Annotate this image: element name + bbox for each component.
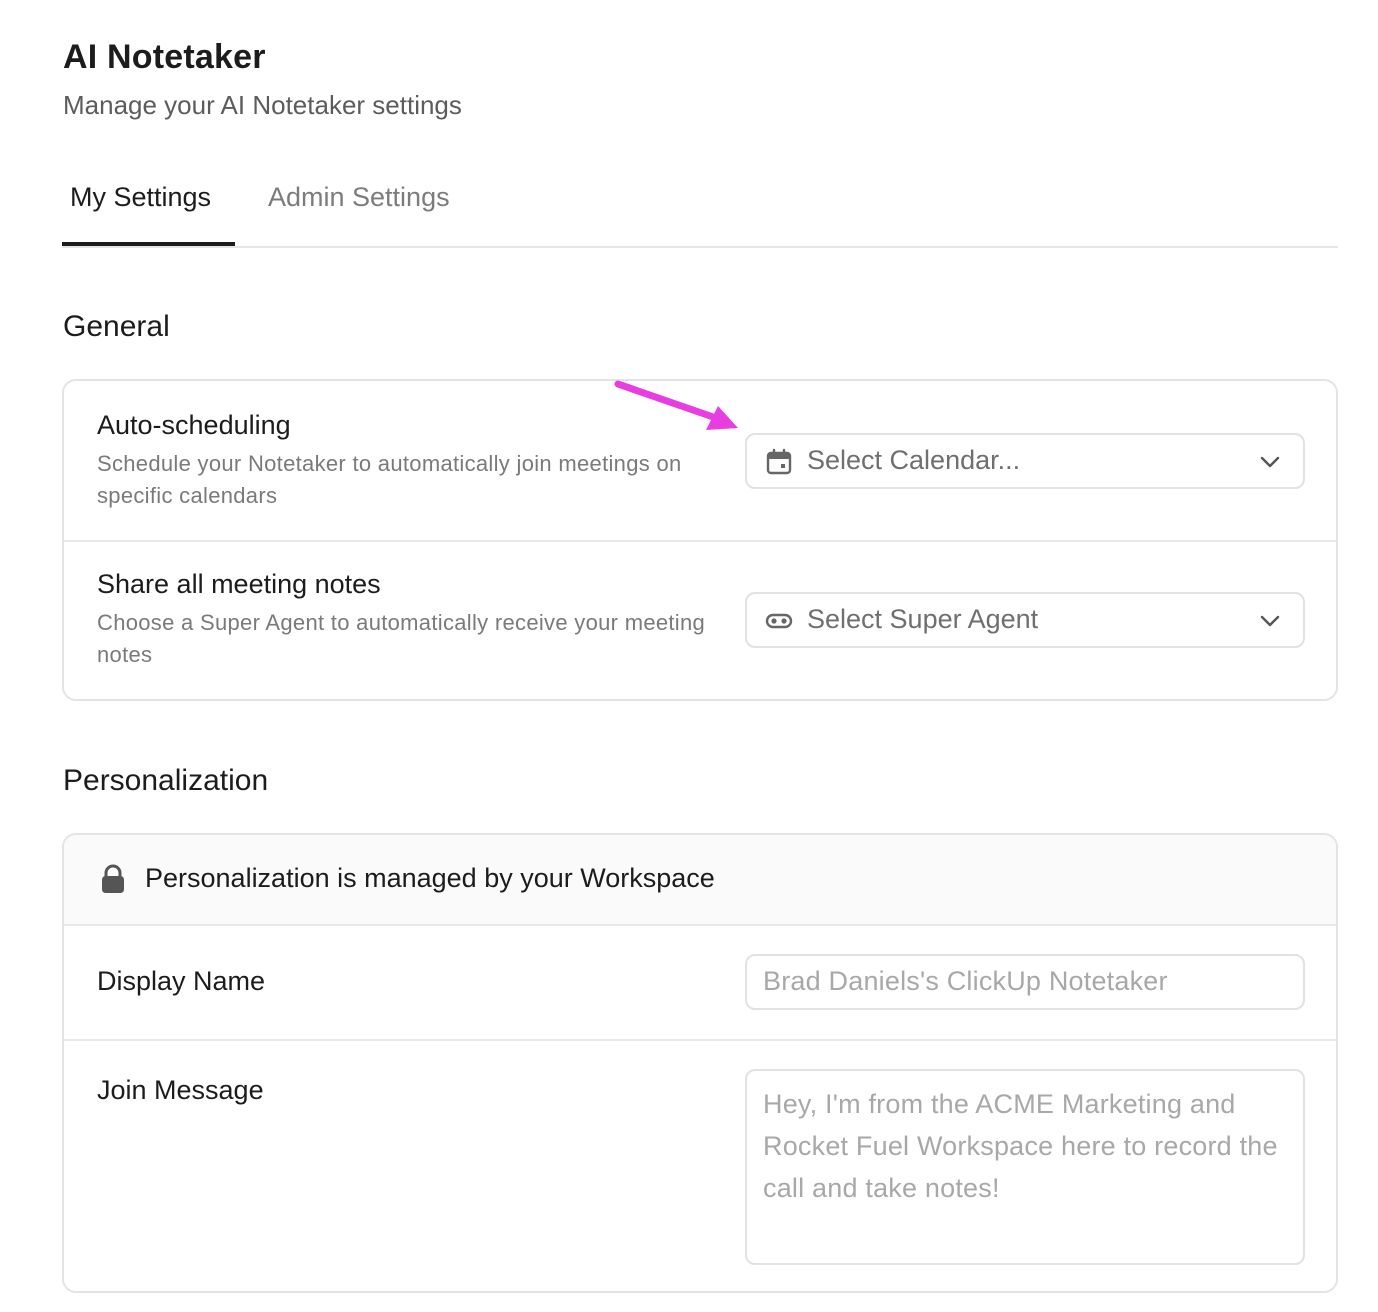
active-tab-indicator	[62, 242, 235, 246]
join-message-value: Hey, I'm from the ACME Marketing and Roc…	[763, 1089, 1278, 1203]
workspace-managed-notice: Personalization is managed by your Works…	[64, 835, 1336, 926]
tab-my-settings[interactable]: My Settings	[70, 182, 211, 213]
section-title-general: General	[63, 310, 170, 343]
lock-icon	[102, 864, 124, 893]
share-notes-row: Share all meeting notes Choose a Super A…	[64, 542, 1336, 699]
display-name-field[interactable]: Brad Daniels's ClickUp Notetaker	[745, 954, 1305, 1010]
share-notes-description: Choose a Super Agent to automatically re…	[97, 610, 706, 667]
display-name-row: Display Name Brad Daniels's ClickUp Note…	[64, 926, 1336, 1039]
section-title-personalization: Personalization	[63, 764, 269, 797]
super-agent-select-placeholder: Select Super Agent	[807, 604, 1039, 634]
workspace-managed-text: Personalization is managed by your Works…	[145, 863, 715, 893]
calendar-select-placeholder: Select Calendar...	[807, 445, 1021, 475]
chevron-down-icon	[1260, 615, 1280, 627]
auto-scheduling-label: Auto-scheduling	[97, 410, 291, 440]
join-message-row: Join Message Hey, I'm from the ACME Mark…	[64, 1041, 1336, 1291]
calendar-select[interactable]: Select Calendar...	[745, 433, 1305, 489]
calendar-icon	[766, 448, 792, 475]
tab-admin-settings[interactable]: Admin Settings	[268, 182, 450, 213]
join-message-label: Join Message	[97, 1075, 264, 1105]
join-message-field[interactable]: Hey, I'm from the ACME Marketing and Roc…	[745, 1069, 1305, 1265]
annotation-arrow-icon	[614, 380, 738, 430]
auto-scheduling-description: Schedule your Notetaker to automatically…	[97, 451, 682, 508]
page-title: AI Notetaker	[63, 38, 266, 76]
display-name-label: Display Name	[97, 966, 266, 996]
personalization-card: Personalization is managed by your Works…	[62, 833, 1338, 1293]
super-agent-icon	[765, 613, 793, 629]
tab-bar: My Settings Admin Settings	[62, 176, 1338, 248]
super-agent-select[interactable]: Select Super Agent	[745, 592, 1305, 648]
display-name-value: Brad Daniels's ClickUp Notetaker	[763, 966, 1168, 996]
page-subtitle: Manage your AI Notetaker settings	[63, 90, 462, 120]
chevron-down-icon	[1260, 456, 1280, 468]
share-notes-label: Share all meeting notes	[97, 569, 381, 599]
